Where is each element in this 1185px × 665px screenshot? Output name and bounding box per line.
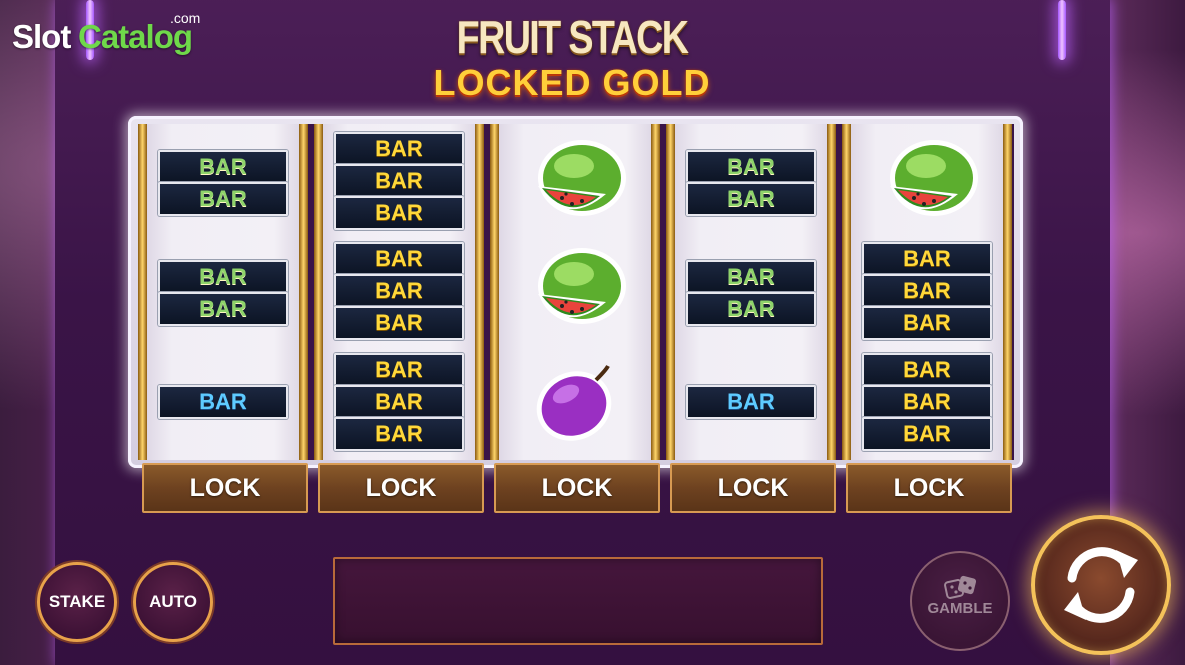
bar-symbol: BAR [158,385,288,419]
neon-light-top-right [1058,0,1066,60]
reel-4: BAR BAR BAR BAR BAR [666,124,836,460]
bar-symbol: BAR [862,306,992,340]
spin-arrows-icon [1064,547,1138,623]
bar-symbol: BAR [862,274,992,308]
bar-symbol: BAR [334,164,464,198]
watermark-logo: Slot Catalog .com [12,10,212,60]
reel-2: BAR BAR BAR BAR BAR BAR BAR BAR BAR [314,124,484,460]
watermelon-icon [890,140,978,216]
autoplay-button[interactable]: AUTO [133,562,213,642]
watermark-part1: Slot [12,18,71,55]
gamble-button[interactable]: GAMBLE [910,551,1010,651]
plum-icon [536,365,612,441]
bar-symbol: BAR [686,150,816,184]
bar-symbol: BAR [862,353,992,387]
watermelon-icon [538,140,626,216]
stake-button[interactable]: STAKE [37,562,117,642]
lock-button-reel-3[interactable]: LOCK [494,463,660,513]
message-panel [333,557,823,645]
bar-symbol: BAR [334,132,464,166]
lock-button-reel-5[interactable]: LOCK [846,463,1012,513]
bar-symbol: BAR [862,385,992,419]
bar-symbol: BAR [334,274,464,308]
bar-symbol: BAR [686,182,816,216]
reels-area: BAR BAR BAR BAR BAR BAR BAR BAR BAR BAR … [138,124,1014,460]
game-title-line1: FRUIT STACK [456,11,689,63]
bar-symbol: BAR [686,260,816,294]
reel-1: BAR BAR BAR BAR BAR [138,124,308,460]
bar-symbol: BAR [158,260,288,294]
game-title-line2: LOCKED GOLD [433,62,711,103]
lock-button-reel-1[interactable]: LOCK [142,463,308,513]
game-screen: Slot Catalog .com FRUIT STACK LOCKED GOL… [0,0,1185,665]
bar-symbol: BAR [686,292,816,326]
dice-icon [944,575,977,599]
bar-symbol: BAR [862,417,992,451]
watermark-suffix: .com [170,10,201,26]
lock-button-reel-4[interactable]: LOCK [670,463,836,513]
bar-symbol: BAR [158,292,288,326]
bar-symbol: BAR [862,242,992,276]
gamble-label: GAMBLE [927,600,993,617]
reel-5: BAR BAR BAR BAR BAR BAR [842,124,1012,460]
lock-button-reel-2[interactable]: LOCK [318,463,484,513]
bar-symbol: BAR [334,385,464,419]
bar-symbol: BAR [334,242,464,276]
bar-symbol: BAR [158,182,288,216]
watermelon-icon [538,248,626,324]
reel-3 [490,124,660,460]
spin-button[interactable] [1031,515,1171,655]
bar-symbol: BAR [334,196,464,230]
bar-symbol: BAR [686,385,816,419]
bar-symbol: BAR [334,417,464,451]
bar-symbol: BAR [334,353,464,387]
bar-symbol: BAR [334,306,464,340]
bar-symbol: BAR [158,150,288,184]
